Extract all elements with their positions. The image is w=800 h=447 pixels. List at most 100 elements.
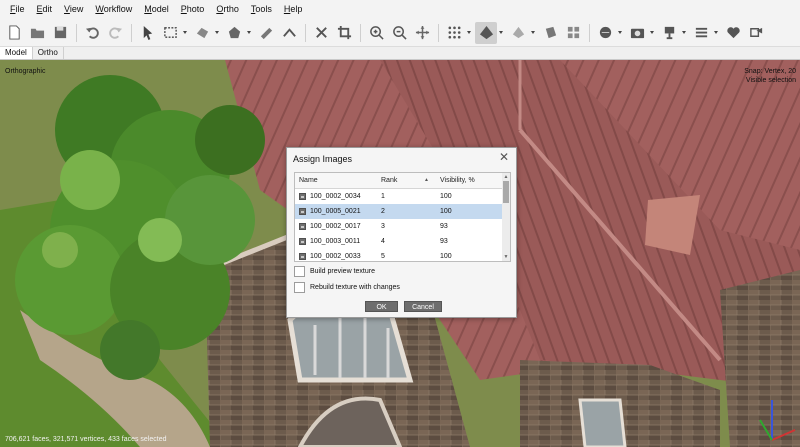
new-icon[interactable] [3,22,25,44]
rebuild-texture-label: Rebuild texture with changes [310,284,400,291]
shaded-model-icon[interactable] [507,22,529,44]
scroll-down-icon[interactable]: ▼ [503,254,509,260]
menu-file[interactable]: File [4,0,31,19]
zoom-in-icon[interactable] [365,22,387,44]
close-icon[interactable]: ✕ [498,151,510,163]
selection-dropdown-icon[interactable] [182,22,187,44]
redo-icon[interactable] [104,22,126,44]
column-header-rank-label: Rank [381,177,398,184]
delete-icon[interactable] [310,22,332,44]
tiled-model-icon[interactable] [562,22,584,44]
camera-icon[interactable] [626,22,648,44]
build-preview-option[interactable]: Build preview texture [294,266,375,277]
image-name: 100_0003_0011 [310,238,361,245]
free-form-dropdown-icon[interactable] [214,22,219,44]
table-row[interactable]: 100_0002_0034 1 100 [295,189,510,204]
image-rank: 2 [381,208,385,215]
image-visibility: 100 [440,208,452,215]
model-dropdown-icon[interactable] [498,22,503,44]
crop-icon[interactable] [333,22,355,44]
column-header-rank[interactable]: Rank ▲ [381,177,437,184]
tab-ortho[interactable]: Ortho [33,47,64,59]
toolbar-separator [131,23,132,42]
images-table: Name Rank ▲ Visibility, % 100_0002_0034 … [294,172,511,262]
textured-model-icon[interactable] [539,22,561,44]
image-rank: 4 [381,238,385,245]
toolbar-separator [589,23,590,42]
shape-icon[interactable] [278,22,300,44]
navigation-icon[interactable] [136,22,158,44]
table-header: Name Rank ▲ Visibility, % [295,173,510,189]
table-row[interactable]: 100_0002_0033 5 100 [295,249,510,261]
tab-model[interactable]: Model [0,47,33,59]
build-preview-checkbox[interactable] [294,266,305,277]
toolbar-separator [76,23,77,42]
menu-icon[interactable] [690,22,712,44]
table-row[interactable]: 100_0005_0021 2 100 [295,204,510,219]
dem-dropdown-icon[interactable] [617,22,622,44]
scroll-thumb[interactable] [503,181,509,203]
menu-help[interactable]: Help [278,0,309,19]
rebuild-texture-option[interactable]: Rebuild texture with changes [294,282,400,293]
column-header-name[interactable]: Name [295,177,381,184]
selection-mode-label: Visible selection [745,77,796,84]
image-rank: 5 [381,253,385,260]
menu-tools[interactable]: Tools [245,0,278,19]
cancel-button[interactable]: Cancel [404,301,442,312]
save-icon[interactable] [49,22,71,44]
open-icon[interactable] [26,22,48,44]
show-cameras-icon[interactable] [658,22,680,44]
polygon-dropdown-icon[interactable] [246,22,251,44]
image-rank: 3 [381,223,385,230]
view-tabs: Model Ortho [0,47,800,60]
table-scrollbar[interactable]: ▲ ▼ [502,173,510,261]
rebuild-texture-checkbox[interactable] [294,282,305,293]
zoom-out-icon[interactable] [388,22,410,44]
sort-ascending-icon: ▲ [424,177,429,183]
table-row[interactable]: 100_0002_0017 3 93 [295,219,510,234]
undo-icon[interactable] [81,22,103,44]
assign-images-dialog: Assign Images ✕ Name Rank ▲ Visibility, … [286,147,517,318]
ok-button[interactable]: OK [365,301,398,312]
dem-icon[interactable] [594,22,616,44]
cameras-dropdown-icon[interactable] [681,22,686,44]
scroll-up-icon[interactable]: ▲ [503,174,509,180]
menu-ortho[interactable]: Ortho [210,0,245,19]
model-status: 706,621 faces, 321,571 vertices, 433 fac… [5,436,167,443]
free-form-selection-icon[interactable] [191,22,213,44]
image-rank: 1 [381,193,385,200]
camera-dropdown-icon[interactable] [649,22,654,44]
menu-model[interactable]: Model [138,0,175,19]
points-icon[interactable] [443,22,465,44]
ruler-icon[interactable] [255,22,277,44]
image-name: 100_0002_0033 [310,253,361,260]
polygon-icon[interactable] [223,22,245,44]
image-name: 100_0002_0034 [310,193,361,200]
image-visibility: 93 [440,223,448,230]
rectangle-selection-icon[interactable] [159,22,181,44]
menu-edit[interactable]: Edit [31,0,59,19]
share-icon[interactable] [745,22,767,44]
solid-model-icon[interactable] [475,21,497,44]
toolbar-separator [360,23,361,42]
move-icon[interactable] [411,22,433,44]
menu-bar: File Edit View Workflow Model Photo Orth… [0,0,800,19]
shaded-dropdown-icon[interactable] [530,22,535,44]
menu-dropdown-icon[interactable] [713,22,718,44]
table-row[interactable]: 100_0003_0011 4 93 [295,234,510,249]
image-icon [299,253,306,260]
column-header-visibility[interactable]: Visibility, % [437,177,503,184]
snap-info: Snap: Vertex, 20 Visible selection [744,67,796,85]
main-toolbar [0,19,800,47]
image-name: 100_0002_0017 [310,223,361,230]
menu-photo[interactable]: Photo [175,0,211,19]
image-name: 100_0005_0021 [310,208,361,215]
shapes-icon[interactable] [722,22,744,44]
toolbar-separator [305,23,306,42]
menu-workflow[interactable]: Workflow [89,0,138,19]
points-dropdown-icon[interactable] [466,22,471,44]
menu-view[interactable]: View [58,0,89,19]
image-icon [299,193,306,200]
image-visibility: 100 [440,193,452,200]
build-preview-label: Build preview texture [310,268,375,275]
